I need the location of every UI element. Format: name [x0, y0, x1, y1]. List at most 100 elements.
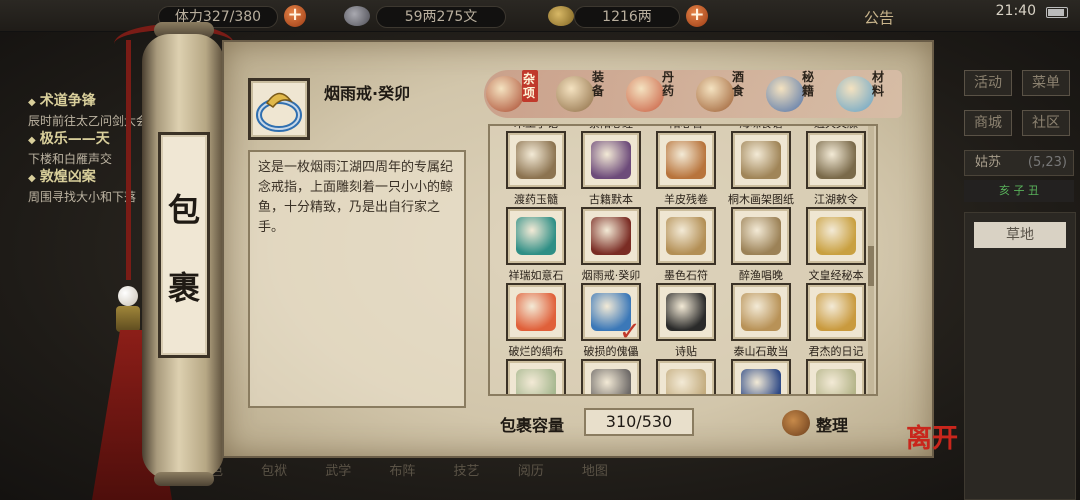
- category-icon: [836, 76, 874, 112]
- item-label: 通天文牒: [796, 126, 876, 131]
- menu-button[interactable]: 菜单: [1022, 70, 1070, 96]
- item-icon: [516, 217, 556, 255]
- nav-skill[interactable]: 技艺: [437, 460, 497, 479]
- category-tab[interactable]: 装备: [554, 68, 628, 118]
- item-slot[interactable]: 木工手记: [500, 126, 572, 191]
- item-slot[interactable]: 破损的傀儡: [575, 343, 647, 394]
- item-label: 醉渔唱晚: [739, 269, 783, 282]
- item-grid[interactable]: 木工手记紫阳心经阳心石海味食谱通天文牒渡药玉髓 古籍默本 羊皮残卷 桐木画架图纸 江湖敕…: [488, 124, 878, 396]
- item-slot[interactable]: 泰山石敢当: [725, 343, 797, 394]
- category-tab[interactable]: 丹药: [624, 68, 698, 118]
- notice-button[interactable]: 公告: [864, 7, 894, 28]
- add-gold-button[interactable]: +: [686, 5, 708, 27]
- item-slot[interactable]: 古籍默本: [575, 191, 647, 267]
- item-icon: [666, 293, 706, 331]
- item-slot[interactable]: 醉渔唱晚: [725, 267, 797, 343]
- item-slot[interactable]: ✓ 烟雨戒·癸卯: [575, 267, 647, 347]
- add-stamina-button[interactable]: +: [284, 5, 306, 27]
- scroll-title-char: 包: [167, 191, 200, 229]
- quest-desc: 周围寻找大小和下落: [28, 190, 137, 204]
- quest-item[interactable]: 极乐——天 下楼和白雁声交: [28, 130, 158, 168]
- item-frame: [731, 359, 791, 394]
- quest-title: 极乐——天: [28, 130, 158, 150]
- item-frame: [581, 131, 641, 189]
- location-coords: (5,23): [1027, 155, 1067, 170]
- item-icon: [666, 369, 706, 394]
- bottom-nav: 角色 包袱 武学 布阵 技艺 阅历 地图: [180, 460, 880, 500]
- community-button[interactable]: 社区: [1022, 110, 1070, 136]
- scroll-title-plate: 包 裹: [158, 132, 210, 358]
- item-icon: [666, 141, 706, 179]
- item-slot[interactable]: 桐木画架图纸: [725, 191, 797, 267]
- item-icon: [741, 217, 781, 255]
- item-label: 木工手记: [496, 126, 576, 131]
- category-tab[interactable]: 材料: [834, 68, 908, 118]
- leave-button[interactable]: 离开: [906, 418, 958, 455]
- category-tab[interactable]: 酒食: [694, 68, 768, 118]
- item-frame: [581, 207, 641, 265]
- item-label: 江湖敕令: [814, 193, 858, 206]
- item-frame: [731, 207, 791, 265]
- item-slot[interactable]: 通天文牒: [800, 126, 872, 191]
- item-slot[interactable]: 君杰的日记: [800, 343, 872, 394]
- item-frame: [656, 207, 716, 265]
- category-tab-label: 酒食: [732, 70, 745, 98]
- scrollbar-thumb[interactable]: [868, 246, 874, 286]
- item-frame: [806, 131, 866, 189]
- item-icon: [816, 293, 856, 331]
- nav-martial[interactable]: 武学: [308, 460, 368, 479]
- category-tab-label: 秘籍: [802, 70, 815, 98]
- category-tab[interactable]: 杂项: [484, 68, 558, 118]
- item-label: 阳心石: [646, 126, 726, 131]
- item-label: 破烂的绸布: [508, 345, 564, 358]
- item-label: 文皇经秘本: [808, 269, 864, 282]
- category-icon: [696, 76, 734, 112]
- item-label: 古籍默本: [589, 193, 633, 206]
- nav-formation[interactable]: 布阵: [372, 460, 432, 479]
- item-slot[interactable]: 诗贴: [650, 343, 722, 394]
- scroll-cap-bottom: [154, 472, 214, 486]
- selected-item-frame: [248, 78, 310, 140]
- capacity-value: 310/530: [584, 408, 694, 436]
- nav-bag[interactable]: 包袱: [244, 460, 304, 479]
- category-tab-label: 材料: [872, 70, 885, 98]
- selected-item-name: 烟雨戒·癸卯: [324, 84, 411, 103]
- terrain-panel: [964, 212, 1076, 500]
- item-frame: [506, 283, 566, 341]
- item-slot[interactable]: 祥瑞如意石: [500, 267, 572, 343]
- item-slot[interactable]: 渡药玉髓: [500, 191, 572, 267]
- item-slot[interactable]: 羊皮残卷: [650, 191, 722, 267]
- shop-button[interactable]: 商城: [964, 110, 1012, 136]
- item-label: 墨色石符: [664, 269, 708, 282]
- quest-item[interactable]: 术道争锋 辰时前往太乙问剑大会: [28, 92, 158, 130]
- item-frame: ✓: [581, 283, 641, 347]
- item-slot[interactable]: 江湖敕令: [800, 191, 872, 267]
- quest-title: 敦煌凶案: [28, 168, 158, 188]
- battery-icon: [1046, 7, 1068, 18]
- item-slot[interactable]: 海味食谱: [725, 126, 797, 191]
- grid-scrollbar[interactable]: [868, 126, 874, 394]
- item-slot[interactable]: 紫阳心经: [575, 126, 647, 191]
- item-slot[interactable]: 破烂的绸布: [500, 343, 572, 394]
- nav-experience[interactable]: 阅历: [501, 460, 561, 479]
- location-name: 姑苏: [975, 155, 1002, 170]
- category-tab-label: 杂项: [522, 70, 538, 102]
- time-of-day-bar: 亥 子 丑: [964, 180, 1074, 202]
- item-label: 破损的傀儡: [583, 345, 639, 358]
- category-tab[interactable]: 秘籍: [764, 68, 838, 118]
- activity-button[interactable]: 活动: [964, 70, 1012, 96]
- item-slot[interactable]: 文皇经秘本: [800, 267, 872, 343]
- quest-log[interactable]: 术道争锋 辰时前往太乙问剑大会 极乐——天 下楼和白雁声交 敦煌凶案 周围寻找大…: [28, 92, 158, 206]
- item-label: 烟雨戒·癸卯: [581, 269, 641, 282]
- item-icon: [516, 141, 556, 179]
- tassel-string: [126, 40, 131, 280]
- item-slot[interactable]: 阳心石: [650, 126, 722, 191]
- nav-map[interactable]: 地图: [565, 460, 625, 479]
- item-label: 紫阳心经: [571, 126, 651, 131]
- silver-icon: [344, 6, 370, 26]
- item-icon: [741, 141, 781, 179]
- sort-button[interactable]: 整理: [782, 408, 862, 438]
- quest-item[interactable]: 敦煌凶案 周围寻找大小和下落: [28, 168, 158, 206]
- item-slot[interactable]: 墨色石符: [650, 267, 722, 343]
- item-frame: [806, 359, 866, 394]
